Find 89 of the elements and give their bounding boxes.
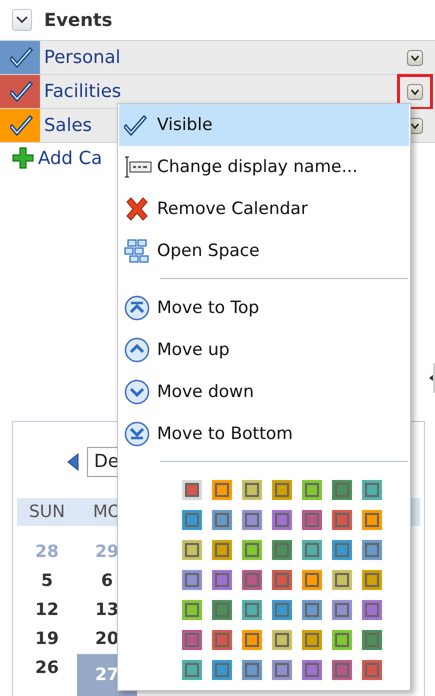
color-swatch[interactable] (212, 480, 232, 500)
color-swatch[interactable] (182, 510, 202, 530)
arrow-down-icon (124, 379, 150, 405)
section-title: Events (44, 10, 112, 30)
add-calendar-link[interactable]: Add Ca (38, 148, 102, 168)
check-icon (10, 79, 34, 103)
menu-item[interactable]: Change display name... (119, 146, 409, 188)
color-swatch[interactable] (362, 570, 382, 590)
color-swatch[interactable] (242, 480, 262, 500)
day-cell[interactable]: 5 (17, 567, 77, 596)
color-swatch[interactable] (302, 480, 322, 500)
menu-item[interactable]: Visible (119, 104, 409, 146)
color-swatch[interactable] (302, 570, 322, 590)
blocks-icon (124, 239, 150, 263)
color-swatch[interactable] (332, 630, 352, 650)
color-swatch[interactable] (332, 660, 352, 680)
check-icon (10, 45, 34, 69)
calendar-checkbox[interactable] (0, 109, 40, 142)
calendar-checkbox[interactable] (0, 75, 40, 108)
x-icon (124, 197, 150, 221)
menu-item[interactable]: Move to Bottom (119, 413, 409, 455)
collapse-toggle[interactable] (12, 9, 32, 31)
color-swatch[interactable] (242, 540, 262, 560)
color-swatch[interactable] (302, 630, 322, 650)
color-swatch[interactable] (272, 660, 292, 680)
day-cell[interactable]: 12 (17, 596, 77, 625)
color-swatch[interactable] (182, 570, 202, 590)
color-swatch[interactable] (332, 510, 352, 530)
menu-item[interactable]: Move to Top (119, 287, 409, 329)
arrow-bottom-icon (124, 421, 150, 447)
color-swatch[interactable] (362, 480, 382, 500)
color-swatch[interactable] (272, 570, 292, 590)
calendar-row[interactable]: Personal (0, 41, 435, 75)
color-swatch[interactable] (212, 540, 232, 560)
text-field-icon (122, 155, 152, 179)
arrow-up-icon (124, 337, 150, 363)
plus-icon[interactable] (12, 147, 34, 169)
color-swatch[interactable] (212, 600, 232, 620)
color-swatch[interactable] (182, 630, 202, 650)
collapse-handle-icon[interactable] (427, 363, 435, 393)
color-swatch[interactable] (362, 630, 382, 650)
weekday-label: SUN (28, 502, 66, 522)
chevron-icon (16, 16, 28, 24)
color-swatch[interactable] (362, 660, 382, 680)
menu-item[interactable]: Remove Calendar (119, 188, 409, 230)
arrow-top-icon (124, 295, 150, 321)
calendar-checkbox[interactable] (0, 41, 40, 74)
color-swatch[interactable] (182, 600, 202, 620)
day-cell[interactable]: 19 (17, 625, 77, 654)
color-swatch[interactable] (242, 630, 262, 650)
color-swatch[interactable] (182, 480, 202, 500)
color-swatch[interactable] (302, 510, 322, 530)
color-swatch[interactable] (212, 630, 232, 650)
color-swatch[interactable] (332, 600, 352, 620)
color-swatch[interactable] (302, 600, 322, 620)
menu-item[interactable]: Move up (119, 329, 409, 371)
check-icon (124, 113, 150, 137)
color-swatch[interactable] (332, 570, 352, 590)
color-swatch[interactable] (362, 510, 382, 530)
color-swatch[interactable] (212, 570, 232, 590)
color-swatch[interactable] (332, 480, 352, 500)
color-swatch[interactable] (362, 540, 382, 560)
chevron-icon (407, 50, 423, 66)
calendar-name: Sales (44, 115, 92, 136)
color-swatch[interactable] (332, 540, 352, 560)
color-swatch[interactable] (242, 600, 262, 620)
color-swatch[interactable] (302, 540, 322, 560)
color-swatch[interactable] (362, 600, 382, 620)
menu-item[interactable]: Move down (119, 371, 409, 413)
chevron-icon (407, 84, 423, 100)
menu-item[interactable]: Open Space (119, 230, 409, 272)
color-swatch[interactable] (242, 660, 262, 680)
day-cell[interactable]: 26 (17, 654, 77, 683)
color-swatch[interactable] (212, 660, 232, 680)
color-swatch[interactable] (242, 510, 262, 530)
color-swatch[interactable] (272, 600, 292, 620)
color-swatch[interactable] (242, 570, 262, 590)
color-swatch[interactable] (302, 660, 322, 680)
calendar-name: Personal (44, 47, 121, 68)
color-swatch[interactable] (272, 480, 292, 500)
color-swatch[interactable] (212, 510, 232, 530)
color-swatch[interactable] (272, 630, 292, 650)
color-swatch[interactable] (272, 510, 292, 530)
color-swatch[interactable] (182, 540, 202, 560)
check-icon (10, 113, 34, 137)
calendar-name: Facilities (44, 81, 122, 102)
color-swatch[interactable] (272, 540, 292, 560)
previous-icon[interactable] (67, 453, 79, 471)
color-swatch[interactable] (182, 660, 202, 680)
